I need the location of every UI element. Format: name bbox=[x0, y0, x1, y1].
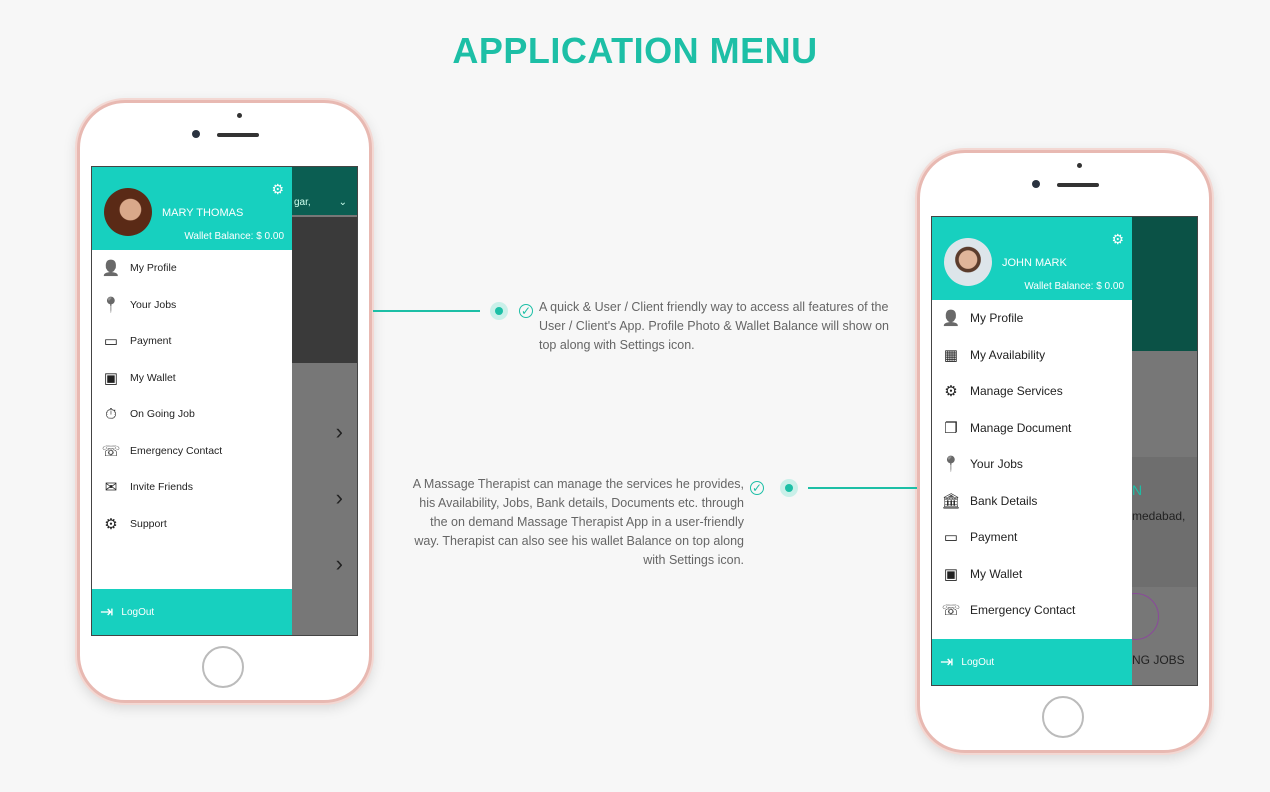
menu-item-label: Your Jobs bbox=[970, 457, 1023, 472]
menu-item-emergency-contact[interactable]: ☏ Emergency Contact bbox=[932, 592, 1132, 629]
wallet-icon: ▣ bbox=[943, 565, 959, 583]
menu-item-my-availability[interactable]: ▦ My Availability bbox=[932, 337, 1132, 374]
menu-item-my-wallet[interactable]: ▣ My Wallet bbox=[932, 556, 1132, 593]
avatar[interactable] bbox=[104, 188, 152, 236]
menu-item-manage-document[interactable]: ❐ Manage Document bbox=[932, 410, 1132, 447]
logout-icon: ⇥ bbox=[100, 604, 114, 621]
logout-button[interactable]: ⇥ LogOut bbox=[92, 589, 292, 635]
menu-item-manage-services[interactable]: ⚙ Manage Services bbox=[932, 373, 1132, 410]
menu-item-label: Manage Document bbox=[970, 420, 1072, 435]
home-button bbox=[1042, 696, 1084, 738]
chevron-right-icon[interactable]: › bbox=[336, 419, 343, 445]
menu-item-label: My Profile bbox=[970, 311, 1024, 326]
gear-wrench-icon: ⚙ bbox=[944, 383, 958, 401]
screen-right: N medabad, NG JOBS JOHN MARK Wallet Bala… bbox=[931, 216, 1198, 686]
logout-label: LogOut bbox=[961, 656, 995, 668]
feature-note-left: A quick & User / Client friendly way to … bbox=[539, 300, 889, 352]
menu-item-label: Payment bbox=[130, 335, 172, 348]
bullet-dot bbox=[780, 479, 798, 497]
menu-item-my-profile[interactable]: 👤 My Profile bbox=[92, 250, 292, 287]
menu-item-label: My Profile bbox=[130, 262, 177, 275]
chevron-right-icon[interactable]: › bbox=[336, 485, 343, 511]
credit-card-icon: ▭ bbox=[943, 529, 959, 547]
menu-item-label: Support bbox=[130, 517, 167, 530]
menu-item-label: Bank Details bbox=[970, 493, 1038, 508]
map-pin-icon: 📍 bbox=[941, 456, 961, 474]
map-pin-icon: 📍 bbox=[101, 296, 121, 314]
check-circle-icon: ✓ bbox=[750, 481, 764, 495]
bg-text: medabad, bbox=[1132, 509, 1186, 523]
phonebook-icon: ☏ bbox=[941, 602, 961, 620]
logout-label: LogOut bbox=[121, 606, 155, 618]
navigation-drawer: MARY THOMAS Wallet Balance: $ 0.00 ⚙ 👤 My… bbox=[92, 167, 292, 635]
phone-right: N medabad, NG JOBS JOHN MARK Wallet Bala… bbox=[917, 150, 1212, 753]
page-title: APPLICATION MENU bbox=[452, 30, 818, 71]
logout-icon: ⇥ bbox=[940, 654, 954, 671]
avatar[interactable] bbox=[944, 238, 992, 286]
bg-location: gar, bbox=[294, 197, 311, 208]
user-name: MARY THOMAS bbox=[162, 207, 244, 219]
drawer-header: JOHN MARK Wallet Balance: $ 0.00 ⚙ bbox=[932, 217, 1132, 300]
user-icon: 👤 bbox=[101, 260, 121, 278]
menu-item-label: Emergency Contact bbox=[130, 444, 223, 457]
menu-item-label: Invite Friends bbox=[130, 481, 194, 494]
menu-item-label: Your Jobs bbox=[130, 298, 177, 311]
stopwatch-icon: ⏱ bbox=[105, 405, 117, 423]
menu-item-label: My Wallet bbox=[130, 371, 176, 384]
home-button bbox=[202, 646, 244, 688]
check-circle-icon: ✓ bbox=[519, 304, 533, 318]
gear-icon[interactable]: ⚙ bbox=[1111, 231, 1124, 248]
menu-item-emergency-contact[interactable]: ☏ Emergency Contact bbox=[92, 433, 292, 470]
bg-text: N bbox=[1132, 482, 1143, 498]
logout-button[interactable]: ⇥ LogOut bbox=[932, 639, 1132, 685]
chevron-right-icon[interactable]: › bbox=[336, 551, 343, 577]
gear-icon[interactable]: ⚙ bbox=[271, 181, 284, 198]
chevron-down-icon: ⌄ bbox=[338, 197, 347, 208]
feature-note-right: A Massage Therapist can manage the servi… bbox=[412, 477, 744, 567]
menu-item-bank-details[interactable]: 🏛 Bank Details bbox=[932, 483, 1132, 520]
phonebook-icon: ☏ bbox=[101, 442, 121, 460]
support-icon: ⚙ bbox=[104, 515, 118, 533]
wallet-icon: ▣ bbox=[103, 369, 119, 387]
menu-item-label: Payment bbox=[970, 530, 1018, 545]
menu-item-label: My Wallet bbox=[970, 566, 1023, 581]
user-name: JOHN MARK bbox=[1002, 257, 1067, 269]
bank-icon: 🏛 bbox=[941, 492, 961, 510]
screen-left: gar, ⌄ › › › MARY THOMAS Wallet Balance: $ … bbox=[91, 166, 358, 636]
menu-item-payment[interactable]: ▭ Payment bbox=[932, 519, 1132, 556]
bg-text: NG JOBS bbox=[1132, 653, 1185, 667]
bullet-dot bbox=[490, 302, 508, 320]
credit-card-icon: ▭ bbox=[103, 333, 119, 351]
menu-item-your-jobs[interactable]: 📍 Your Jobs bbox=[92, 287, 292, 324]
menu-item-invite-friends[interactable]: ✉ Invite Friends bbox=[92, 469, 292, 506]
drawer-header: MARY THOMAS Wallet Balance: $ 0.00 ⚙ bbox=[92, 167, 292, 250]
menu-item-label: On Going Job bbox=[130, 408, 195, 421]
menu-item-label: Manage Services bbox=[970, 384, 1063, 399]
envelope-icon: ✉ bbox=[104, 479, 118, 497]
wallet-balance: Wallet Balance: $ 0.00 bbox=[184, 231, 284, 242]
menu-item-your-jobs[interactable]: 📍 Your Jobs bbox=[932, 446, 1132, 483]
document-icon: ❐ bbox=[944, 419, 958, 437]
menu-item-label: My Availability bbox=[970, 347, 1046, 362]
menu-item-label: Emergency Contact bbox=[970, 603, 1076, 618]
menu-item-payment[interactable]: ▭ Payment bbox=[92, 323, 292, 360]
wallet-balance: Wallet Balance: $ 0.00 bbox=[1024, 281, 1124, 292]
menu-item-my-wallet[interactable]: ▣ My Wallet bbox=[92, 360, 292, 397]
connector-line bbox=[373, 310, 480, 312]
navigation-drawer: JOHN MARK Wallet Balance: $ 0.00 ⚙ 👤 My P… bbox=[932, 217, 1132, 685]
menu-item-support[interactable]: ⚙ Support bbox=[92, 506, 292, 543]
phone-left: gar, ⌄ › › › MARY THOMAS Wallet Balance: $ … bbox=[77, 100, 372, 703]
user-icon: 👤 bbox=[941, 310, 961, 328]
menu-item-my-profile[interactable]: 👤 My Profile bbox=[932, 300, 1132, 337]
menu-item-on-going-job[interactable]: ⏱ On Going Job bbox=[92, 396, 292, 433]
connector-line bbox=[808, 487, 917, 489]
calendar-icon: ▦ bbox=[943, 346, 959, 364]
